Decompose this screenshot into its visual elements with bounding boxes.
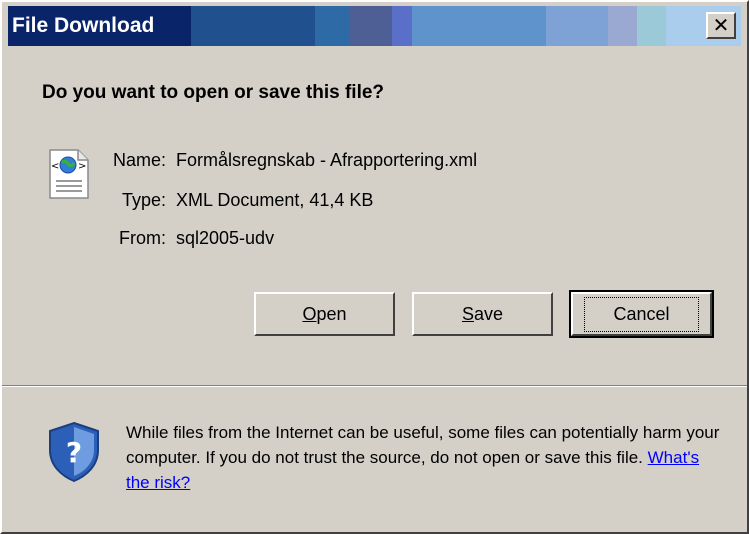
file-type-row: Type: XML Document, 41,4 KB: [92, 190, 373, 211]
cancel-button-label: Cancel: [584, 296, 699, 332]
file-download-dialog: File Download ✕ Do you want to open or s…: [0, 0, 749, 534]
download-question: Do you want to open or save this file?: [42, 82, 385, 103]
open-button-label: Open: [302, 303, 347, 324]
file-name-value: Formålsregnskab - Afrapportering.xml: [176, 150, 478, 170]
file-name-row: Name: Formålsregnskab - Afrapportering.x…: [92, 150, 477, 171]
divider: [2, 385, 747, 387]
file-source-row: From: sql2005-udv: [92, 228, 274, 249]
type-label: Type:: [121, 190, 166, 210]
window-title: File Download: [12, 14, 155, 37]
close-button[interactable]: ✕: [706, 12, 736, 39]
from-label: From:: [119, 228, 166, 248]
svg-text:<: <: [51, 161, 59, 172]
close-icon: ✕: [712, 15, 730, 37]
title-bar[interactable]: File Download ✕: [8, 6, 742, 46]
open-button[interactable]: Open: [254, 292, 395, 336]
svg-text:?: ?: [66, 436, 82, 469]
save-button-label: Save: [461, 303, 504, 324]
file-type-value: XML Document, 41,4 KB: [176, 190, 374, 210]
svg-text:>: >: [78, 161, 86, 172]
file-source-value: sql2005-udv: [176, 228, 275, 248]
save-button[interactable]: Save: [412, 292, 553, 336]
shield-question-icon: ?: [46, 420, 102, 489]
name-label: Name:: [112, 150, 166, 170]
security-warning: While files from the Internet can be use…: [126, 420, 726, 495]
xml-document-icon: < >: [48, 148, 90, 205]
warning-text: While files from the Internet can be use…: [126, 423, 720, 467]
cancel-button[interactable]: Cancel: [569, 290, 714, 338]
